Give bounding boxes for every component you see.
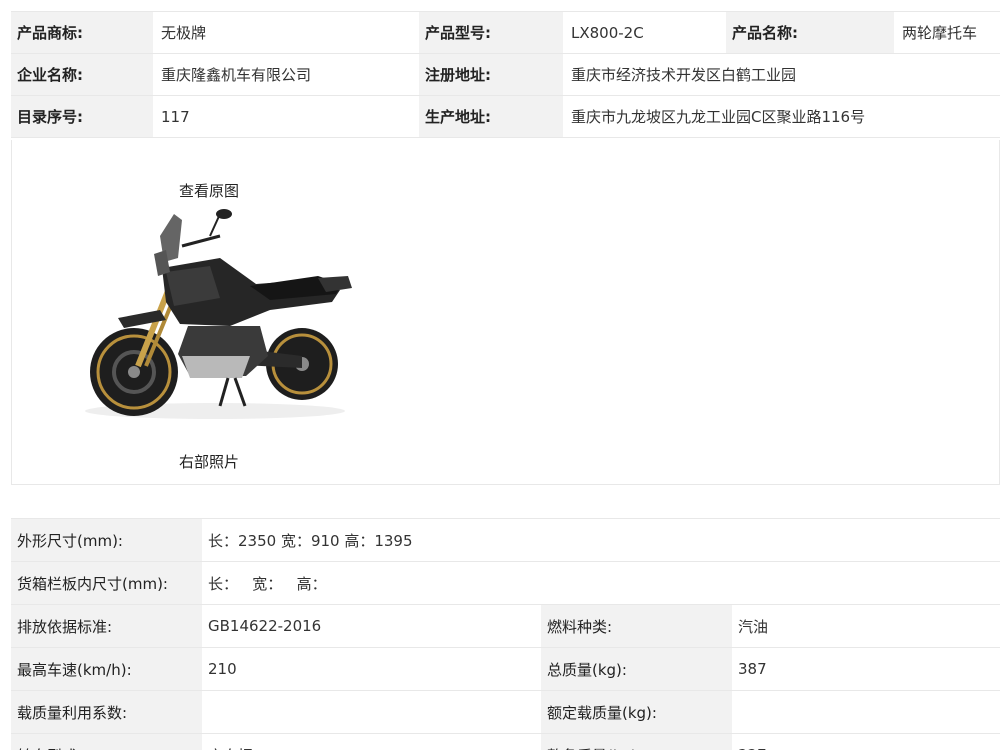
product-info-table: 产品商标: 无极牌 产品型号: LX800-2C 产品名称: 两轮摩托车 企业名… <box>11 11 1000 138</box>
product-detail-page: 产品商标: 无极牌 产品型号: LX800-2C 产品名称: 两轮摩托车 企业名… <box>0 0 1000 750</box>
cargo-dimensions-label: 货箱栏板内尺寸(mm): <box>11 562 202 604</box>
spec-row-steering: 转向型式: 方向把 整备质量(kg): 227 <box>11 734 1000 750</box>
rated-load-label: 额定载质量(kg): <box>541 691 732 733</box>
dimensions-label: 外形尺寸(mm): <box>11 519 202 561</box>
load-utilization-label: 载质量利用系数: <box>11 691 202 733</box>
brand-label: 产品商标: <box>11 12 153 53</box>
photo-caption: 右部照片 <box>179 453 240 471</box>
spec-row-emission: 排放依据标准: GB14622-2016 燃料种类: 汽油 <box>11 605 1000 648</box>
registered-address-label: 注册地址: <box>419 54 563 95</box>
company-label: 企业名称: <box>11 54 153 95</box>
steering-type-value: 方向把 <box>202 734 541 750</box>
motorcycle-photo[interactable] <box>70 206 355 432</box>
curb-mass-label: 整备质量(kg): <box>541 734 732 750</box>
steering-type-label: 转向型式: <box>11 734 202 750</box>
spec-row-dimensions: 外形尺寸(mm): 长：2350 宽：910 高：1395 <box>11 519 1000 562</box>
registered-address-value: 重庆市经济技术开发区白鹤工业园 <box>563 54 1000 95</box>
load-utilization-value <box>202 691 541 733</box>
total-mass-value: 387 <box>732 648 1000 690</box>
total-mass-label: 总质量(kg): <box>541 648 732 690</box>
model-value: LX800-2C <box>563 12 726 53</box>
production-address-label: 生产地址: <box>419 96 563 137</box>
rated-load-value <box>732 691 1000 733</box>
info-row-2: 企业名称: 重庆隆鑫机车有限公司 注册地址: 重庆市经济技术开发区白鹤工业园 <box>11 54 1000 96</box>
fuel-type-value: 汽油 <box>732 605 1000 647</box>
production-address-value: 重庆市九龙坡区九龙工业园C区聚业路116号 <box>563 96 1000 137</box>
info-row-1: 产品商标: 无极牌 产品型号: LX800-2C 产品名称: 两轮摩托车 <box>11 12 1000 54</box>
dimensions-value: 长：2350 宽：910 高：1395 <box>202 519 1000 561</box>
photo-panel: 查看原图 右部照片 <box>11 140 1000 485</box>
spec-row-load: 载质量利用系数: 额定载质量(kg): <box>11 691 1000 734</box>
model-label: 产品型号: <box>419 12 563 53</box>
emission-standard-label: 排放依据标准: <box>11 605 202 647</box>
cargo-dimensions-value: 长： 宽： 高： <box>202 562 1000 604</box>
spec-row-speed: 最高车速(km/h): 210 总质量(kg): 387 <box>11 648 1000 691</box>
max-speed-value: 210 <box>202 648 541 690</box>
product-name-label: 产品名称: <box>726 12 894 53</box>
catalog-number-label: 目录序号: <box>11 96 153 137</box>
view-original-link[interactable]: 查看原图 <box>179 180 239 201</box>
max-speed-label: 最高车速(km/h): <box>11 648 202 690</box>
spec-table: 外形尺寸(mm): 长：2350 宽：910 高：1395 货箱栏板内尺寸(mm… <box>11 518 1000 750</box>
product-name-value: 两轮摩托车 <box>894 12 1000 53</box>
emission-standard-value: GB14622-2016 <box>202 605 541 647</box>
company-value: 重庆隆鑫机车有限公司 <box>153 54 419 95</box>
brand-value: 无极牌 <box>153 12 419 53</box>
fuel-type-label: 燃料种类: <box>541 605 732 647</box>
spec-row-cargo-dimensions: 货箱栏板内尺寸(mm): 长： 宽： 高： <box>11 562 1000 605</box>
catalog-number-value: 117 <box>153 96 419 137</box>
curb-mass-value: 227 <box>732 734 1000 750</box>
info-row-3: 目录序号: 117 生产地址: 重庆市九龙坡区九龙工业园C区聚业路116号 <box>11 96 1000 138</box>
